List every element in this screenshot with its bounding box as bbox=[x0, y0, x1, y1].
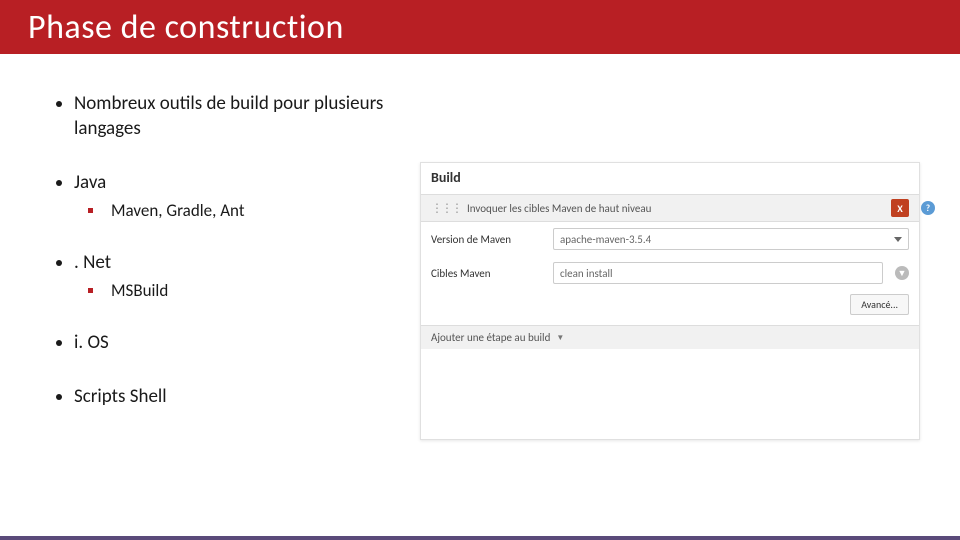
sub-bullet-java: Maven, Gradle, Ant bbox=[88, 200, 396, 221]
expand-icon[interactable]: ▼ bbox=[895, 266, 909, 280]
bullet-shell: Scripts Shell bbox=[56, 385, 396, 410]
sub-bullet-icon bbox=[88, 288, 93, 293]
slide-title: Phase de construction bbox=[28, 7, 344, 48]
dotnet-section: . Net MSBuild bbox=[56, 251, 396, 301]
bullet-intro: Nombreux outils de build pour plusieurs … bbox=[56, 92, 396, 141]
slide-header: Phase de construction bbox=[0, 0, 960, 54]
maven-goals-field: Cibles Maven clean install ▼ bbox=[421, 256, 919, 290]
intro-section: Nombreux outils de build pour plusieurs … bbox=[56, 92, 396, 141]
bullet-dotnet: . Net bbox=[56, 251, 396, 276]
input-value: clean install bbox=[560, 267, 613, 280]
sub-bullet-icon bbox=[88, 208, 93, 213]
field-label: Cibles Maven bbox=[431, 267, 541, 280]
sub-bullet-dotnet: MSBuild bbox=[88, 280, 396, 301]
maven-goals-input[interactable]: clean install bbox=[553, 262, 883, 284]
bullet-dot-icon bbox=[56, 340, 62, 346]
bullet-text: Nombreux outils de build pour plusieurs … bbox=[74, 92, 396, 141]
section-label: Invoquer les cibles Maven de haut niveau bbox=[467, 202, 651, 215]
footer-bar bbox=[0, 536, 960, 540]
java-section: Java Maven, Gradle, Ant bbox=[56, 171, 396, 221]
bullet-ios: i. OS bbox=[56, 331, 396, 356]
advanced-button[interactable]: Avancé... bbox=[850, 294, 909, 315]
add-step-row[interactable]: Ajouter une étape au build ▼ bbox=[421, 325, 919, 349]
bullet-dot-icon bbox=[56, 394, 62, 400]
bullet-column: Nombreux outils de build pour plusieurs … bbox=[56, 92, 396, 440]
advanced-row: Avancé... bbox=[421, 290, 919, 325]
maven-version-field: Version de Maven apache-maven-3.5.4 bbox=[421, 222, 919, 256]
drag-handle-icon[interactable]: ⋮⋮⋮ bbox=[431, 201, 461, 216]
bullet-dot-icon bbox=[56, 180, 62, 186]
bullet-text: . Net bbox=[74, 251, 111, 276]
bullet-dot-icon bbox=[56, 101, 62, 107]
delete-button[interactable]: X bbox=[891, 199, 909, 217]
select-value: apache-maven-3.5.4 bbox=[560, 233, 651, 246]
build-title: Build bbox=[421, 163, 919, 194]
bullet-dot-icon bbox=[56, 260, 62, 266]
bullet-text: Java bbox=[74, 171, 106, 196]
chevron-down-icon: ▼ bbox=[556, 333, 564, 343]
bullet-java: Java bbox=[56, 171, 396, 196]
ios-section: i. OS bbox=[56, 331, 396, 356]
bullet-text: Scripts Shell bbox=[74, 385, 167, 410]
help-icon[interactable]: ? bbox=[921, 201, 935, 215]
jenkins-screenshot: Build ⋮⋮⋮ Invoquer les cibles Maven de h… bbox=[420, 162, 920, 440]
maven-version-select[interactable]: apache-maven-3.5.4 bbox=[553, 228, 909, 250]
field-label: Version de Maven bbox=[431, 233, 541, 246]
bullet-text: i. OS bbox=[74, 331, 109, 356]
slide-content: Nombreux outils de build pour plusieurs … bbox=[0, 54, 960, 440]
sub-bullet-text: MSBuild bbox=[111, 280, 168, 301]
section-drag-label: ⋮⋮⋮ Invoquer les cibles Maven de haut ni… bbox=[431, 201, 651, 216]
shell-section: Scripts Shell bbox=[56, 385, 396, 410]
sub-bullet-text: Maven, Gradle, Ant bbox=[111, 200, 245, 221]
add-step-label: Ajouter une étape au build bbox=[431, 331, 550, 344]
build-section-header: ⋮⋮⋮ Invoquer les cibles Maven de haut ni… bbox=[421, 194, 919, 222]
